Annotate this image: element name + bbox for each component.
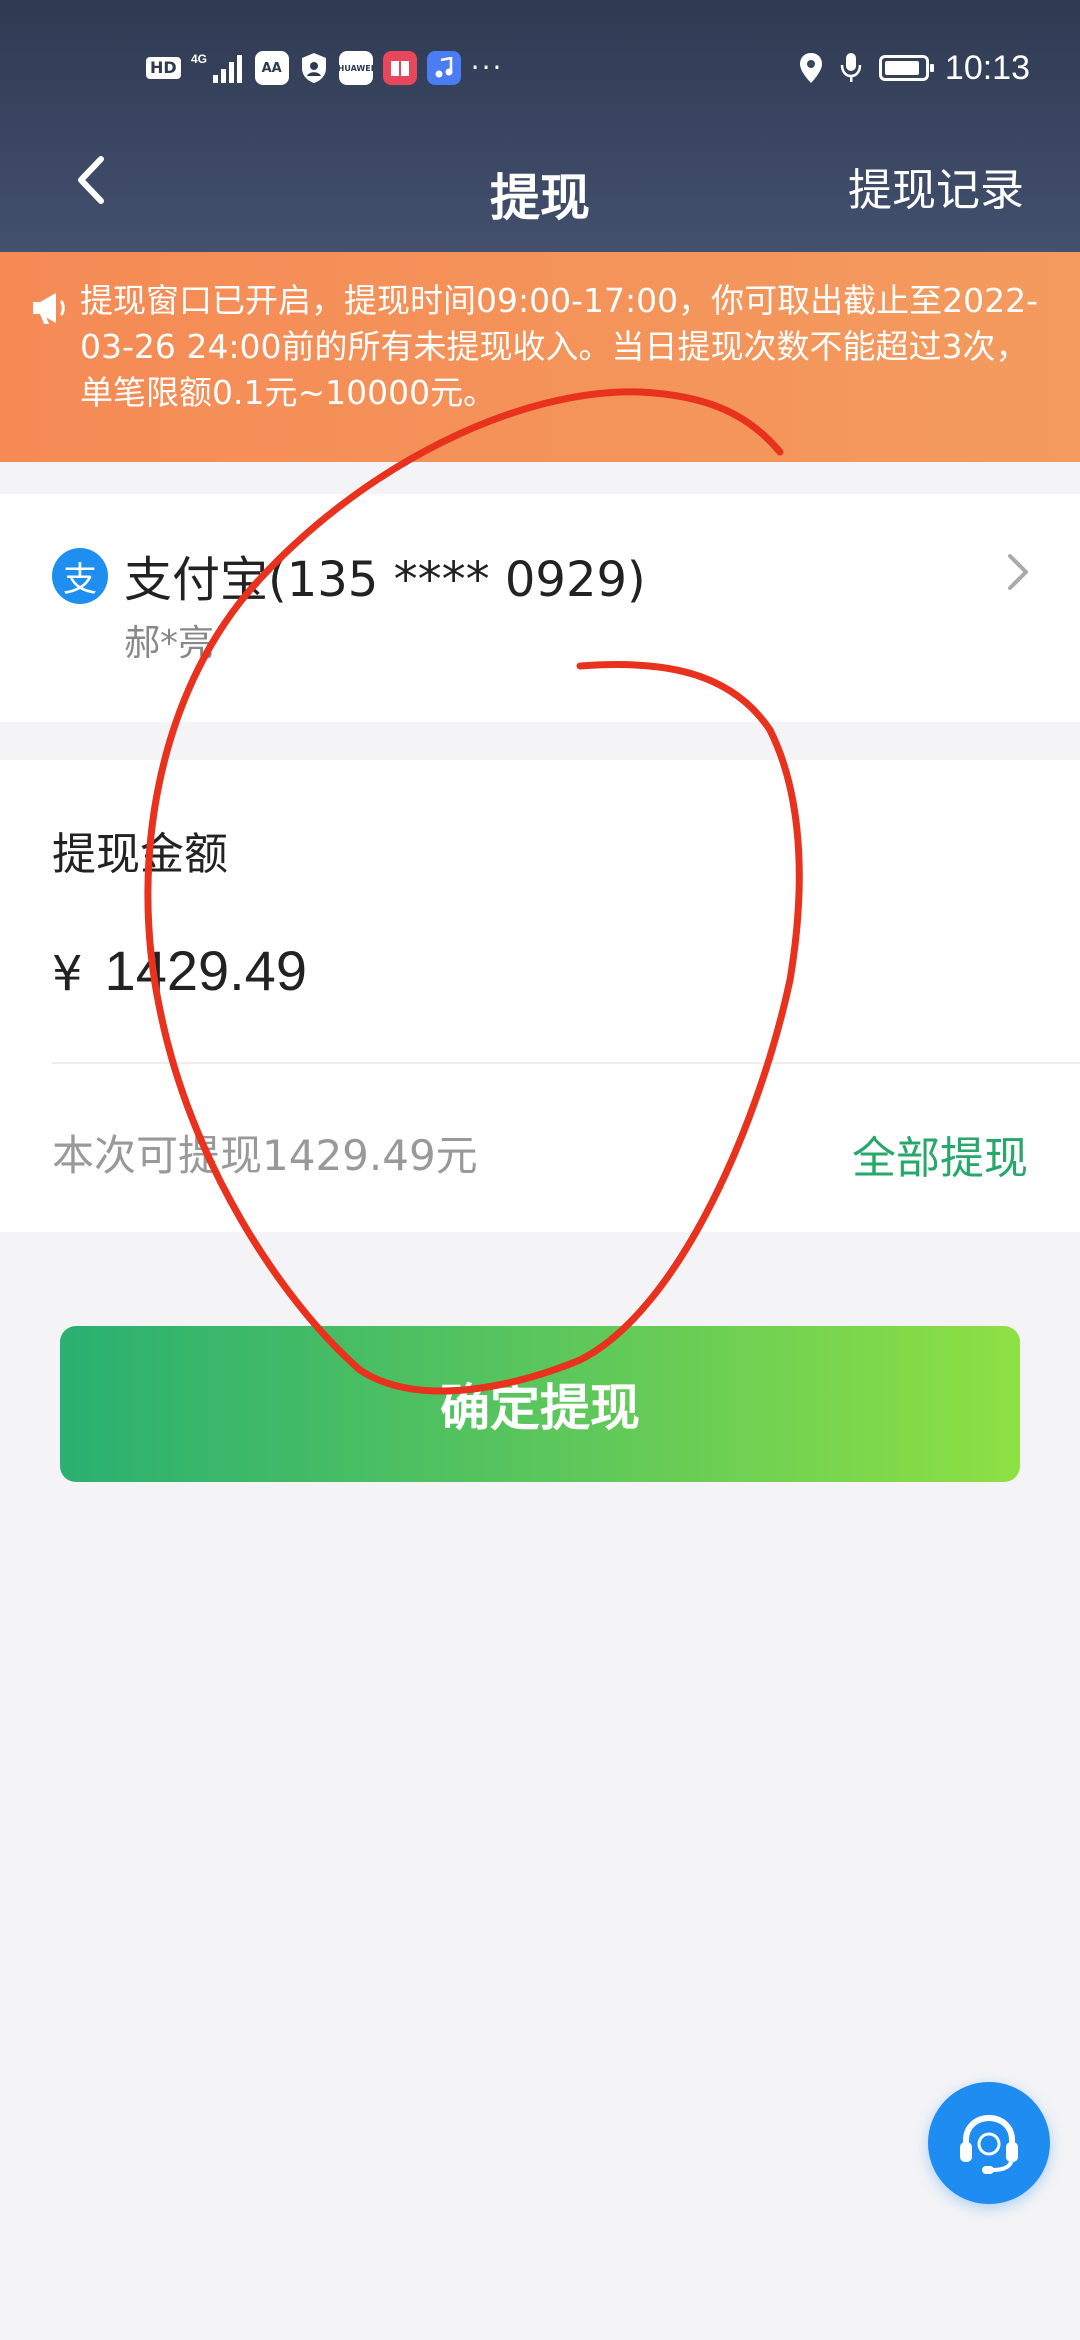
withdraw-all-button[interactable]: 全部提现	[852, 1122, 1028, 1186]
amount-input[interactable]: ¥ 1429.49	[52, 938, 307, 1003]
shield-icon	[299, 51, 329, 85]
header: HD 4G AA HUAWEI ··· 10:13 提现 提现记录	[0, 0, 1080, 252]
nav-bar: 提现 提现记录	[0, 128, 1080, 238]
notice-text: 提现窗口已开启，提现时间09:00-17:00，你可取出截止至2022-03-2…	[80, 281, 1038, 412]
back-button[interactable]	[60, 150, 120, 210]
notice-banner: 提现窗口已开启，提现时间09:00-17:00，你可取出截止至2022-03-2…	[0, 252, 1080, 462]
hd-badge: HD	[146, 57, 181, 79]
confirm-withdraw-button[interactable]: 确定提现	[60, 1326, 1020, 1482]
headset-icon	[960, 2114, 1018, 2174]
amount-card: 提现金额 ¥ 1429.49 本次可提现1429.49元 全部提现	[0, 760, 1080, 1232]
status-bar-left: HD 4G AA HUAWEI ···	[146, 46, 503, 90]
location-icon	[799, 52, 823, 84]
network-label: 4G	[191, 52, 207, 66]
amount-value: 1429.49	[104, 939, 307, 1002]
clock: 10:13	[944, 48, 1030, 87]
app-aa-icon: AA	[254, 51, 289, 85]
signal-icon: 4G	[191, 51, 245, 85]
available-amount-text: 本次可提现1429.49元	[52, 1131, 478, 1180]
alipay-logo-icon: 支	[52, 548, 108, 604]
megaphone-icon	[30, 290, 70, 330]
battery-icon	[878, 55, 934, 81]
more-notifications-icon: ···	[470, 51, 504, 84]
back-arrow-icon	[78, 156, 104, 204]
status-bar-right: 10:13	[799, 46, 1030, 90]
book-app-icon	[382, 51, 417, 85]
account-holder-name: 郝*亮	[124, 623, 215, 664]
amount-label: 提现金额	[52, 829, 228, 880]
alipay-account-row[interactable]: 支 支付宝(135 **** 0929) 郝*亮	[0, 494, 1080, 722]
customer-service-button[interactable]	[928, 2082, 1050, 2204]
chevron-right-icon	[1006, 550, 1030, 598]
divider	[52, 1062, 1080, 1064]
music-app-icon	[426, 51, 461, 85]
withdraw-records-link[interactable]: 提现记录	[848, 154, 1024, 218]
status-bar: HD 4G AA HUAWEI ··· 10:13	[0, 40, 1080, 96]
microphone-icon	[839, 51, 863, 85]
currency-symbol: ¥	[52, 946, 83, 1002]
app-huawei-icon: HUAWEI	[338, 51, 374, 85]
account-title: 支付宝(135 **** 0929)	[124, 552, 646, 608]
